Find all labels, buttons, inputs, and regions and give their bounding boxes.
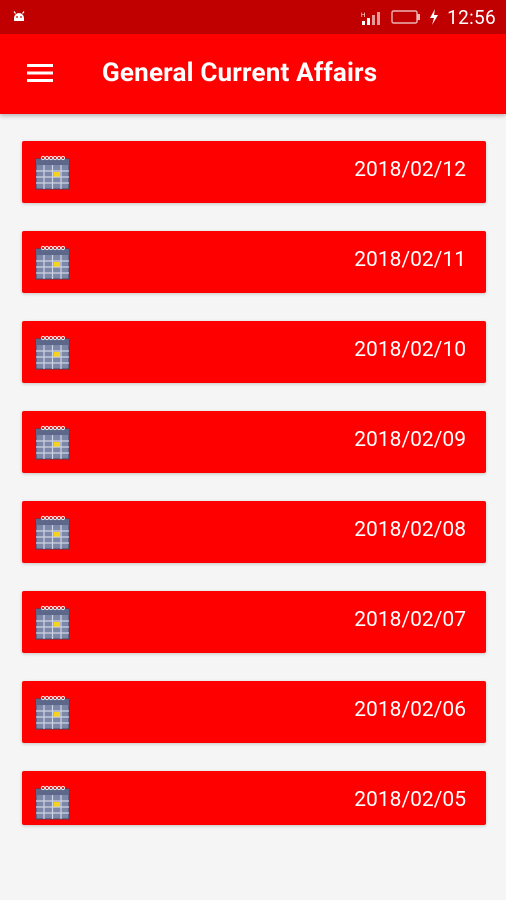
hamburger-menu-icon[interactable] (27, 63, 53, 83)
item-date: 2018/02/11 (354, 248, 466, 272)
item-date: 2018/02/09 (354, 428, 466, 452)
charging-icon (430, 9, 439, 25)
app-bar: General Current Affairs (0, 34, 506, 114)
list-item[interactable]: 2018/02/10 (22, 321, 486, 383)
item-date: 2018/02/05 (354, 788, 466, 812)
item-date: 2018/02/06 (354, 698, 466, 722)
list-item[interactable]: 2018/02/12 (22, 141, 486, 203)
list-item[interactable]: 2018/02/06 (22, 681, 486, 743)
list-item[interactable]: 2018/02/07 (22, 591, 486, 653)
item-date: 2018/02/08 (354, 518, 466, 542)
page-title: General Current Affairs (102, 58, 378, 88)
list-item[interactable]: 2018/02/09 (22, 411, 486, 473)
calendar-icon (35, 335, 70, 370)
calendar-icon (35, 425, 70, 460)
calendar-icon (35, 785, 70, 820)
svg-text:H: H (361, 13, 365, 19)
android-notification-icon (13, 11, 25, 21)
item-date: 2018/02/10 (354, 338, 466, 362)
battery-icon (391, 10, 421, 24)
list-item[interactable]: 2018/02/05 (22, 771, 486, 825)
status-bar: H 12:56 (0, 0, 506, 34)
calendar-icon (35, 515, 70, 550)
signal-icon: H (361, 12, 381, 25)
list-item[interactable]: 2018/02/08 (22, 501, 486, 563)
item-date: 2018/02/07 (354, 608, 466, 632)
calendar-icon (35, 155, 70, 190)
calendar-icon (35, 245, 70, 280)
status-time: 12:56 (447, 5, 496, 29)
calendar-icon (35, 695, 70, 730)
item-date: 2018/02/12 (354, 158, 466, 182)
calendar-icon (35, 605, 70, 640)
list-item[interactable]: 2018/02/11 (22, 231, 486, 293)
